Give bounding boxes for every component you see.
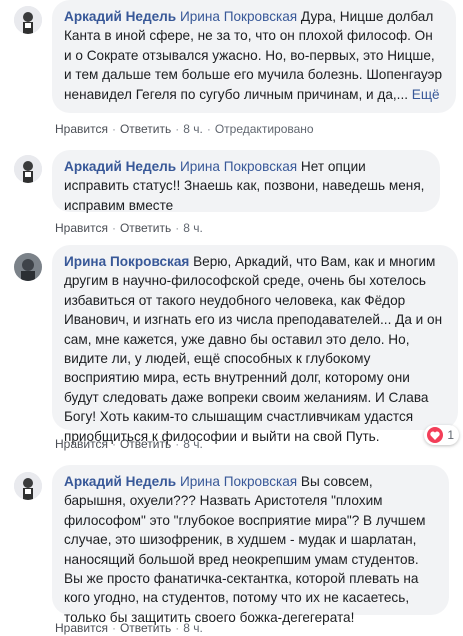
comment-time[interactable]: 8 ч. [183, 437, 203, 451]
like-button[interactable]: Нравится [55, 437, 108, 451]
reaction-badge[interactable]: 1 [424, 425, 459, 445]
comment-text: Вы совсем, барышня, охуели??? Назвать Ар… [64, 474, 426, 625]
comment-bubble: Аркадий Недель Ирина Покровская Вы совсе… [52, 465, 449, 625]
comment-mention[interactable]: Ирина Покровская [180, 9, 297, 24]
comment-actions: Нравится · Ответить · 8 ч. · Отредактировано [55, 122, 314, 136]
heart-icon [427, 427, 444, 443]
comment-author[interactable]: Ирина Покровская [64, 254, 189, 269]
avatar[interactable] [14, 155, 42, 183]
comment-mention[interactable]: Ирина Покровская [180, 474, 297, 489]
comment-text: Верю, Аркадий, что Вам, как и многим дру… [64, 254, 443, 444]
comment-author[interactable]: Аркадий Недель [64, 159, 176, 174]
comment-author[interactable]: Аркадий Недель [64, 474, 176, 489]
like-button[interactable]: Нравится [55, 122, 108, 136]
comment-mention[interactable]: Ирина Покровская [180, 159, 297, 174]
comment-bubble: Аркадий Недель Ирина Покровская Нет опци… [52, 150, 440, 213]
reply-button[interactable]: Ответить [120, 221, 171, 235]
like-button[interactable]: Нравится [55, 221, 108, 235]
comment-author[interactable]: Аркадий Недель [64, 9, 176, 24]
comment-actions: Нравится · Ответить · 8 ч. [55, 437, 203, 451]
comment-actions: Нравится · Ответить · 8 ч. [55, 621, 203, 635]
see-more-link[interactable]: Ещё [408, 87, 440, 102]
reply-button[interactable]: Ответить [120, 437, 171, 451]
comment-bubble: Ирина Покровская Верю, Аркадий, что Вам,… [52, 245, 458, 444]
comment-actions: Нравится · Ответить · 8 ч. [55, 221, 203, 235]
reply-button[interactable]: Ответить [120, 122, 171, 136]
avatar[interactable] [14, 472, 42, 500]
reaction-count: 1 [447, 428, 454, 442]
edited-label[interactable]: Отредактировано [215, 122, 314, 136]
avatar[interactable] [14, 253, 42, 281]
comment-time[interactable]: 8 ч. [183, 221, 203, 235]
comment-bubble: Аркадий Недель Ирина Покровская Дура, Ни… [52, 0, 456, 113]
avatar[interactable] [14, 6, 42, 34]
comment-time[interactable]: 8 ч. [183, 122, 203, 136]
